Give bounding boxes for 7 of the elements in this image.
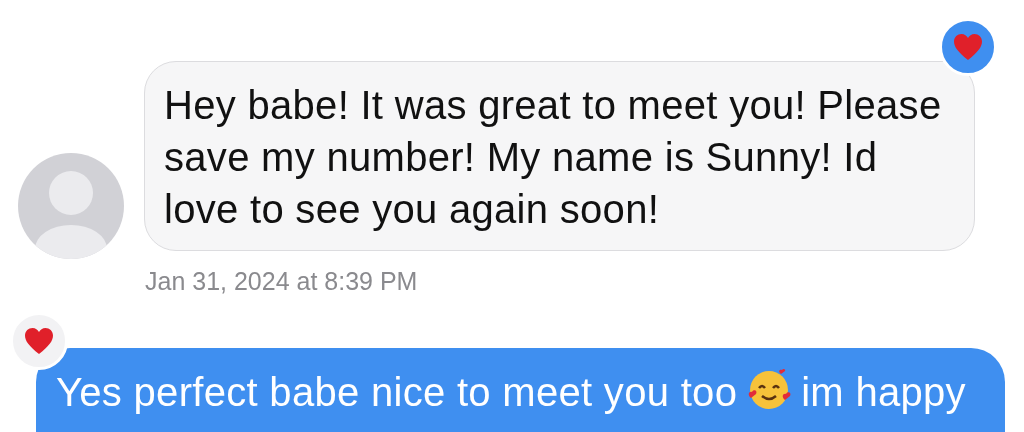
message-bubble: Hey babe! It was great to meet you! Please save my number! My name is Sunny! Id love to see you again soon! [144,61,975,251]
message-text: Yes perfect babe nice to meet you too [56,370,738,414]
heart-icon [953,33,983,61]
heart-icon [24,327,54,355]
message-text: im happy [801,370,966,414]
timestamp: Jan 31, 2024 at 8:39 PM [145,266,419,297]
avatar-icon [18,153,124,259]
